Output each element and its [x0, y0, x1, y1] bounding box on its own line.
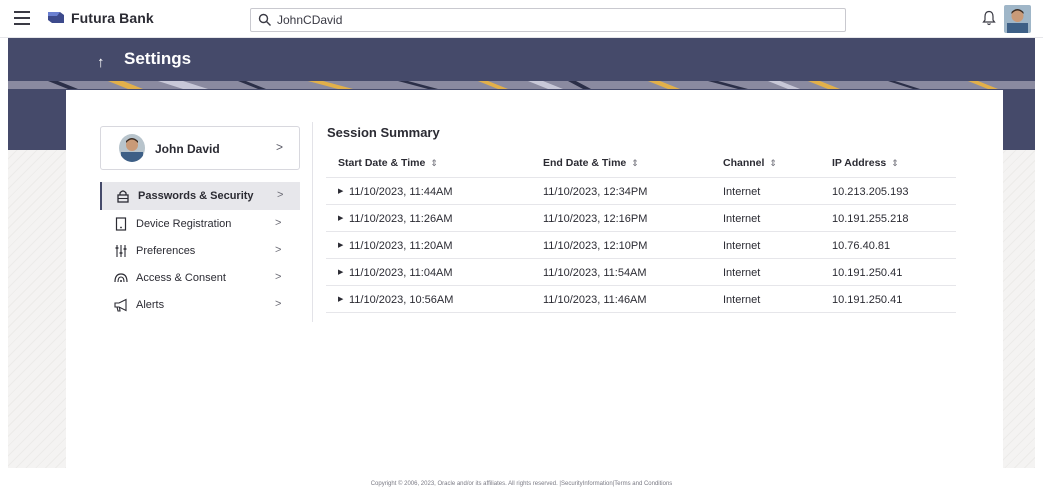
expand-row-icon[interactable]: ▶ — [338, 241, 343, 249]
footer-text: Copyright © 2006, 2023, Oracle and/or it… — [370, 481, 673, 487]
chevron-right-icon: > — [275, 298, 282, 310]
start-time-cell: 11/10/2023, 11:20AM — [349, 240, 453, 252]
menu-item-label: Access & Consent — [136, 272, 226, 284]
table-row[interactable]: ▶ 11/10/2023, 11:04AM 11/10/2023, 11:54A… — [326, 259, 956, 286]
menu-item-label: Preferences — [136, 245, 196, 257]
expand-row-icon[interactable]: ▶ — [338, 295, 343, 303]
menu-item-access-consent[interactable]: Access & Consent > — [100, 264, 300, 292]
start-time-cell: 11/10/2023, 11:04AM — [349, 267, 453, 279]
copyright-text: Copyright © 2006, 2023, Oracle and/or it… — [370, 481, 558, 487]
channel-cell: Internet — [723, 267, 761, 279]
access-icon — [114, 273, 128, 283]
menu-item-label: Passwords & Security — [138, 190, 254, 202]
chevron-right-icon: > — [275, 271, 282, 283]
search-icon — [258, 13, 271, 26]
ip-address-cell: 10.76.40.81 — [832, 240, 891, 252]
profile-avatar — [119, 134, 145, 162]
profile-card[interactable]: John David > — [100, 126, 300, 170]
banner-decoration — [8, 81, 1035, 89]
user-avatar[interactable] — [1004, 5, 1031, 33]
notification-bell-icon[interactable] — [982, 10, 996, 26]
section-title: Session Summary — [327, 125, 440, 140]
column-header-end[interactable]: End Date & Time ⇕ — [543, 157, 639, 169]
sort-icon: ⇕ — [891, 158, 899, 168]
menu-item-alerts[interactable]: Alerts > — [100, 291, 300, 319]
top-bar: Futura Bank — [0, 0, 1043, 38]
menu-item-passwords-security[interactable]: Passwords & Security > — [100, 182, 300, 210]
lock-icon — [117, 190, 129, 203]
footer: Copyright © 2006, 2023, Oracle and/or it… — [0, 468, 1043, 489]
expand-row-icon[interactable]: ▶ — [338, 214, 343, 222]
table-row[interactable]: ▶ 11/10/2023, 11:44AM 11/10/2023, 12:34P… — [326, 178, 956, 205]
column-header-label: Start Date & Time — [338, 157, 426, 169]
profile-name: John David — [155, 142, 220, 156]
chevron-right-icon: > — [276, 140, 284, 154]
ip-address-cell: 10.213.205.193 — [832, 186, 909, 198]
table-row[interactable]: ▶ 11/10/2023, 10:56AM 11/10/2023, 11:46A… — [326, 286, 956, 313]
table-row[interactable]: ▶ 11/10/2023, 11:20AM 11/10/2023, 12:10P… — [326, 232, 956, 259]
menu-item-label: Alerts — [136, 299, 165, 311]
end-time-cell: 11/10/2023, 11:46AM — [543, 294, 647, 306]
end-time-cell: 11/10/2023, 12:10PM — [543, 240, 648, 252]
column-header-ip[interactable]: IP Address ⇕ — [832, 157, 899, 169]
channel-cell: Internet — [723, 294, 761, 306]
sort-icon: ⇕ — [430, 158, 438, 168]
expand-row-icon[interactable]: ▶ — [338, 187, 343, 195]
security-information-link[interactable]: SecurityInformation — [561, 481, 613, 487]
left-background-pattern — [8, 150, 66, 470]
chevron-right-icon: > — [275, 217, 282, 229]
channel-cell: Internet — [723, 240, 761, 252]
column-header-channel[interactable]: Channel ⇕ — [723, 157, 777, 169]
sort-icon: ⇕ — [769, 158, 777, 168]
start-time-cell: 11/10/2023, 11:44AM — [349, 186, 453, 198]
terms-link[interactable]: Terms and Conditions — [614, 481, 672, 487]
table-row[interactable]: ▶ 11/10/2023, 11:26AM 11/10/2023, 12:16P… — [326, 205, 956, 232]
column-header-start[interactable]: Start Date & Time ⇕ — [338, 157, 438, 169]
channel-cell: Internet — [723, 213, 761, 225]
column-header-label: End Date & Time — [543, 157, 627, 169]
hamburger-menu-icon[interactable] — [14, 11, 30, 25]
chevron-right-icon: > — [275, 244, 282, 256]
menu-item-device-registration[interactable]: Device Registration > — [100, 210, 300, 238]
sort-icon: ⇕ — [631, 158, 639, 168]
menu-item-preferences[interactable]: Preferences > — [100, 237, 300, 265]
ip-address-cell: 10.191.250.41 — [832, 267, 903, 279]
search-input[interactable] — [277, 11, 837, 29]
menu-item-label: Device Registration — [136, 218, 232, 230]
back-arrow-icon[interactable]: ↑ — [97, 54, 105, 71]
vertical-divider — [312, 122, 313, 322]
end-time-cell: 11/10/2023, 12:34PM — [543, 186, 648, 198]
page-title: Settings — [124, 49, 192, 68]
expand-row-icon[interactable]: ▶ — [338, 268, 343, 276]
search-box[interactable] — [250, 8, 846, 32]
chevron-right-icon: > — [277, 189, 284, 201]
column-header-label: IP Address — [832, 157, 887, 169]
start-time-cell: 11/10/2023, 10:56AM — [349, 294, 454, 306]
megaphone-icon — [114, 298, 127, 312]
channel-cell: Internet — [723, 186, 761, 198]
brand-name: Futura Bank — [71, 10, 154, 26]
column-header-label: Channel — [723, 157, 765, 169]
bank-logo-icon — [48, 12, 64, 23]
start-time-cell: 11/10/2023, 11:26AM — [349, 213, 453, 225]
ip-address-cell: 10.191.250.41 — [832, 294, 903, 306]
device-icon — [115, 217, 127, 231]
ip-address-cell: 10.191.255.218 — [832, 213, 909, 225]
end-time-cell: 11/10/2023, 12:16PM — [543, 213, 648, 225]
sliders-icon — [115, 245, 127, 257]
end-time-cell: 11/10/2023, 11:54AM — [543, 267, 647, 279]
